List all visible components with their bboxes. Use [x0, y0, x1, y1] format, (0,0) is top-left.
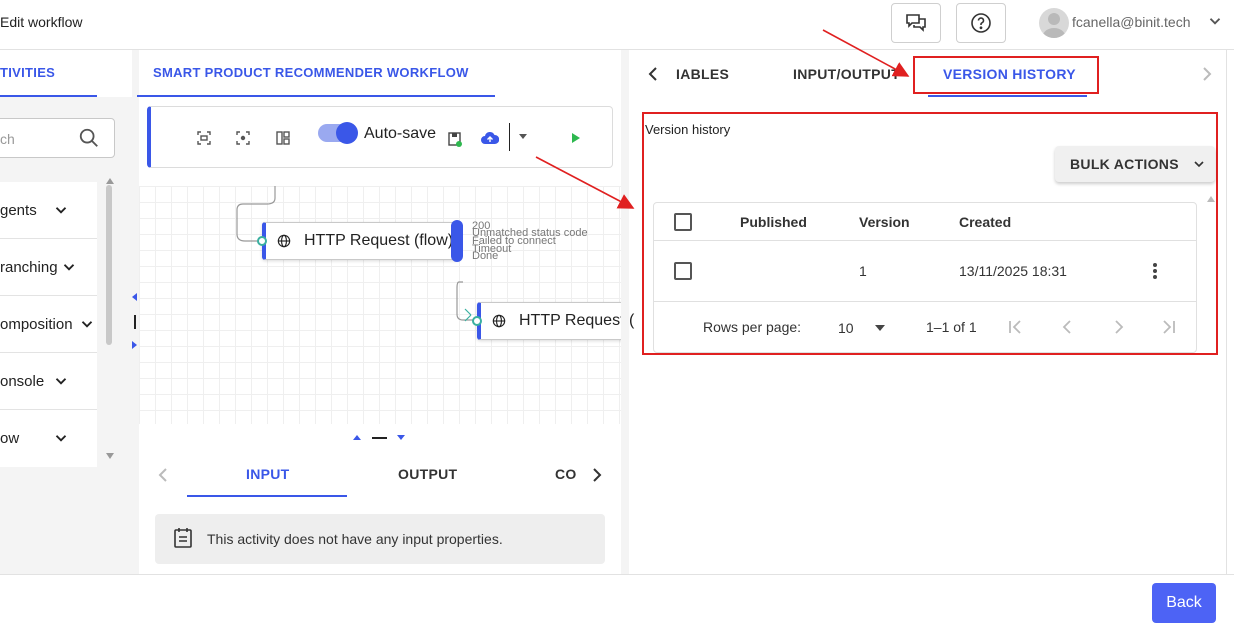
tab-output[interactable]: OUTPUT: [398, 466, 457, 482]
first-page-icon[interactable]: [1008, 320, 1022, 334]
tab-underline: [137, 95, 495, 97]
section-title: Version history: [645, 122, 731, 137]
outcome-label: Done: [472, 250, 499, 262]
category-label: ranching: [0, 259, 58, 276]
page-scrollbar[interactable]: [1226, 50, 1234, 574]
tab-underline: [928, 95, 1087, 97]
tab-activities[interactable]: TIVITIES: [0, 65, 55, 80]
chevron-left-icon[interactable]: [647, 66, 659, 82]
search-placeholder: ch: [0, 131, 15, 147]
chevron-down-icon: [63, 264, 75, 271]
output-ports[interactable]: [451, 220, 463, 262]
splitter-handle[interactable]: [352, 432, 408, 442]
scroll-up-icon[interactable]: [106, 178, 114, 184]
dropdown-icon[interactable]: [875, 325, 885, 331]
tab-variables[interactable]: IABLES: [676, 66, 729, 82]
chevron-down-icon: [55, 435, 67, 442]
rows-per-page-label: Rows per page:: [703, 319, 802, 335]
tab-common[interactable]: CO: [555, 466, 577, 482]
chevron-right-icon[interactable]: [1201, 66, 1213, 82]
tab-input[interactable]: INPUT: [246, 466, 290, 482]
cell-created: 13/11/2025 18:31: [959, 263, 1067, 279]
chevron-down-icon: [55, 207, 67, 214]
page-title: Edit workflow: [0, 14, 83, 30]
input-port[interactable]: [257, 236, 267, 246]
bulk-actions-button[interactable]: BULK ACTIONS: [1055, 146, 1215, 182]
workflow-node[interactable]: HTTP Request (flow): [262, 222, 460, 260]
tab-highlight-box: [913, 56, 1099, 94]
scroll-up-icon[interactable]: [1207, 196, 1215, 202]
chevron-down-icon: [1194, 161, 1204, 168]
category-item[interactable]: omposition: [0, 296, 97, 353]
info-message: This activity does not have any input pr…: [207, 531, 503, 547]
properties-tabs: INPUT OUTPUT CO: [139, 452, 621, 498]
column-header-published[interactable]: Published: [740, 214, 807, 230]
chevron-left-icon[interactable]: [157, 467, 169, 483]
input-port[interactable]: [472, 316, 482, 326]
clipboard-icon: [174, 528, 192, 548]
column-header-version[interactable]: Version: [859, 214, 910, 230]
user-email[interactable]: fcanella@binit.tech: [1072, 14, 1191, 30]
globe-icon: [492, 314, 506, 328]
last-page-icon[interactable]: [1162, 320, 1176, 334]
activities-scrollbar[interactable]: [106, 185, 112, 345]
globe-icon: [277, 234, 291, 248]
toolbar-divider: [509, 123, 510, 151]
chevron-down-icon[interactable]: [1206, 12, 1224, 30]
category-item[interactable]: ow: [0, 410, 97, 467]
node-label: HTTP Request (: [519, 312, 635, 329]
tab-workflow[interactable]: SMART PRODUCT RECOMMENDER WORKFLOW: [153, 65, 469, 80]
prev-page-icon[interactable]: [1060, 320, 1074, 334]
canvas-toolbar: Auto-save: [147, 106, 613, 168]
category-item[interactable]: gents: [0, 182, 97, 239]
run-icon[interactable]: [571, 132, 581, 144]
tab-underline: [187, 495, 347, 497]
center-focus-icon[interactable]: [236, 131, 250, 145]
category-label: omposition: [0, 316, 73, 333]
node-label: HTTP Request (flow): [304, 232, 454, 249]
avatar[interactable]: [1039, 8, 1069, 38]
publish-cloud-icon[interactable]: [481, 131, 499, 145]
fit-screen-icon[interactable]: [197, 131, 211, 145]
pagination-range: 1–1 of 1: [926, 319, 977, 335]
rows-per-page-select[interactable]: 10: [838, 320, 854, 336]
autosave-toggle[interactable]: [318, 122, 358, 144]
table-row[interactable]: 1 13/11/2025 18:31: [654, 241, 1196, 301]
chevron-down-icon: [81, 321, 93, 328]
toggle-knob: [336, 122, 358, 144]
chevron-right-icon[interactable]: [591, 467, 603, 483]
chevron-down-icon: [55, 378, 67, 385]
scroll-down-icon[interactable]: [106, 453, 114, 459]
tab-input-output[interactable]: INPUT/OUTPUT: [793, 66, 900, 82]
category-label: onsole: [0, 373, 45, 390]
help-button[interactable]: [956, 3, 1006, 43]
chat-button[interactable]: [891, 3, 941, 43]
category-label: gents: [0, 202, 37, 219]
footer: [0, 574, 1234, 632]
more-vert-icon[interactable]: [1152, 262, 1158, 280]
user-icon: [1042, 13, 1066, 38]
collapse-left-icon[interactable]: [131, 293, 139, 353]
layout-icon[interactable]: [276, 131, 290, 145]
column-header-created[interactable]: Created: [959, 214, 1011, 230]
back-button[interactable]: Back: [1152, 583, 1216, 623]
dropdown-icon[interactable]: [519, 134, 527, 139]
panel-divider[interactable]: [621, 50, 629, 574]
workflow-node[interactable]: HTTP Request (: [477, 302, 634, 340]
row-divider: [654, 301, 1196, 302]
version-table: Published Version Created 1 13/11/2025 1…: [653, 202, 1197, 353]
next-page-icon[interactable]: [1112, 320, 1126, 334]
autosave-label: Auto-save: [364, 125, 437, 142]
row-checkbox[interactable]: [674, 262, 692, 280]
select-all-checkbox[interactable]: [674, 213, 692, 231]
category-item[interactable]: onsole: [0, 353, 97, 410]
help-icon: [971, 13, 991, 33]
search-icon[interactable]: [78, 127, 100, 149]
bulk-actions-label: BULK ACTIONS: [1070, 156, 1179, 172]
chat-icon: [906, 14, 926, 32]
save-icon[interactable]: [447, 131, 463, 147]
category-item[interactable]: ranching: [0, 239, 97, 296]
category-label: ow: [0, 430, 20, 447]
cell-version: 1: [859, 263, 867, 279]
